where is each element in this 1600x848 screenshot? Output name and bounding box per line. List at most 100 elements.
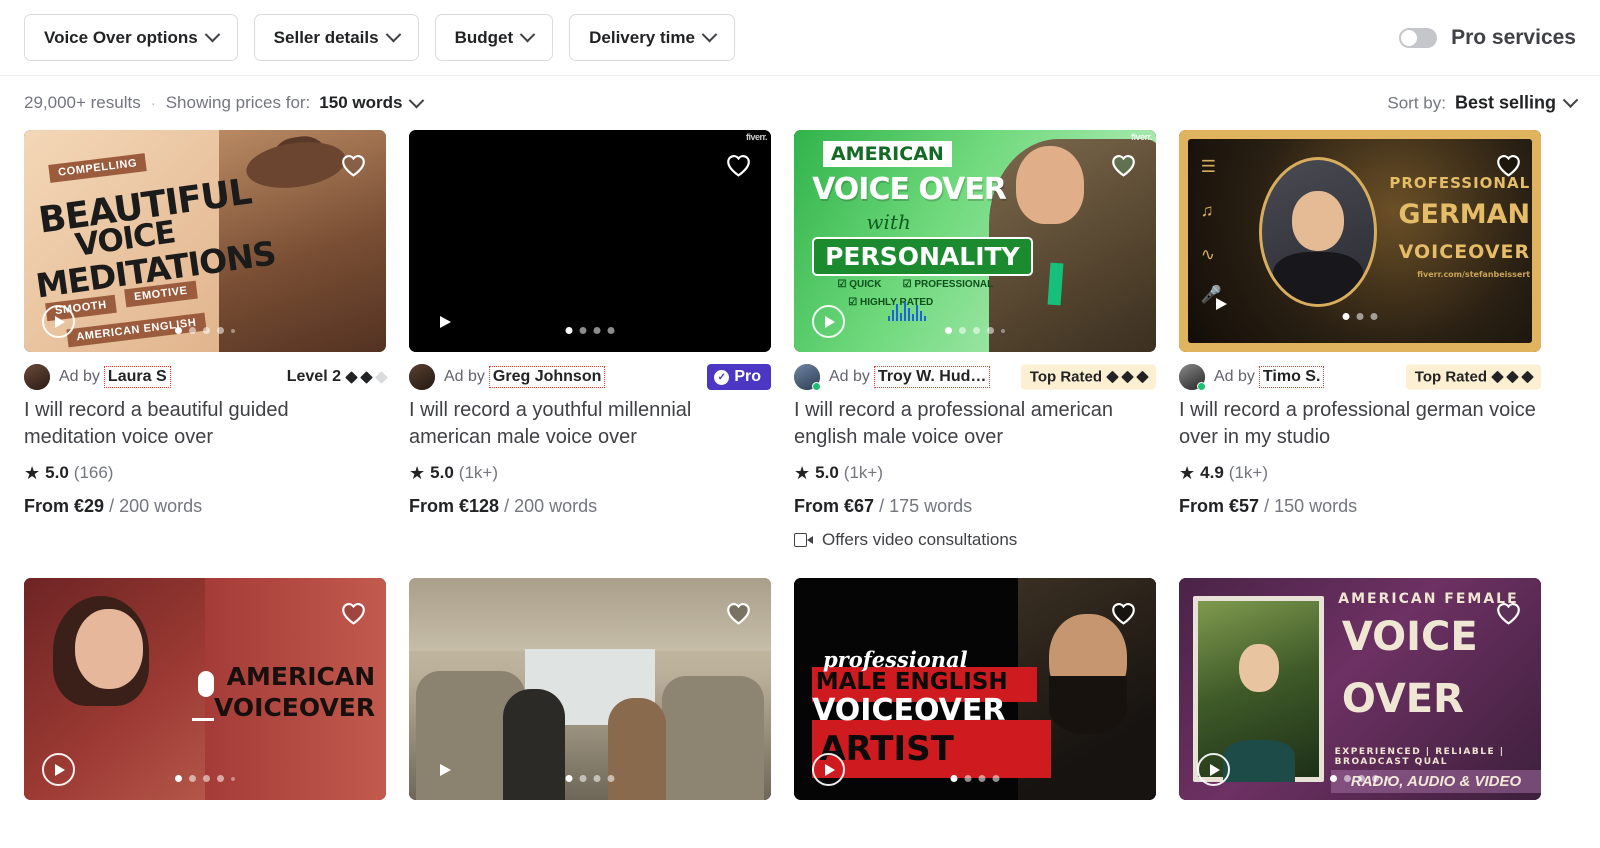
carousel-dots[interactable] — [945, 327, 1005, 334]
gig-thumbnail[interactable]: ☰ ♫ ∿ 🎤 PROFESSIONAL GERMAN VOICEOVER fi… — [1179, 130, 1541, 352]
favorite-heart-icon[interactable] — [1494, 598, 1523, 627]
carousel-dots[interactable] — [1342, 313, 1378, 320]
pro-services-label: Pro services — [1451, 25, 1576, 49]
level-diamond-icon — [375, 370, 388, 384]
headphones-icon: ♫ — [1200, 201, 1214, 221]
rating-score: 5.0 — [815, 463, 839, 482]
favorite-heart-icon[interactable] — [1494, 150, 1523, 179]
gig-card[interactable]: AMERICAN VOICEOVER — [24, 578, 386, 800]
avatar[interactable] — [24, 364, 50, 390]
play-button[interactable] — [1203, 287, 1236, 320]
video-consultations-row: Offers video consultations — [794, 530, 1156, 550]
price-row: From €57 / 150 words — [1179, 496, 1541, 517]
gig-thumbnail[interactable]: fiverr. — [409, 130, 771, 352]
gig-card[interactable]: ☰ ♫ ∿ 🎤 PROFESSIONAL GERMAN VOICEOVER fi… — [1179, 130, 1541, 550]
gig-title[interactable]: I will record a professional american en… — [794, 397, 1156, 451]
words-selector-value: 150 words — [319, 93, 403, 112]
play-button[interactable] — [812, 753, 845, 786]
seller-level-badge: Level 2 — [286, 368, 388, 386]
play-button[interactable] — [812, 305, 845, 338]
price-row: From €67 / 175 words — [794, 496, 1156, 517]
filter-chip-delivery-time[interactable]: Delivery time — [569, 14, 735, 61]
rating-score: 5.0 — [430, 463, 454, 482]
gig-thumbnail-art: AMERICAN VOICEOVER — [24, 578, 386, 800]
play-button[interactable] — [427, 305, 460, 338]
gig-thumbnail-art: AMERICAN FEMALE VOICE OVER EXPERIENCED |… — [1179, 578, 1541, 800]
favorite-heart-icon[interactable] — [339, 150, 368, 179]
filter-chip-label: Delivery time — [589, 27, 695, 47]
rating-score: 5.0 — [45, 463, 69, 482]
results-bar: 29,000+ results · Showing prices for: 15… — [0, 76, 1600, 130]
play-button[interactable] — [427, 753, 460, 786]
gig-title[interactable]: I will record a beautiful guided meditat… — [24, 397, 386, 451]
gig-card[interactable]: professional MALE ENGLISH VOICEOVER ARTI… — [794, 578, 1156, 800]
favorite-heart-icon[interactable] — [724, 150, 753, 179]
avatar[interactable] — [794, 364, 821, 391]
avatar[interactable] — [1179, 364, 1206, 391]
favorite-heart-icon[interactable] — [1109, 598, 1138, 627]
gig-card[interactable]: AMERICAN VOICE OVER with PERSONALITY ☑ Q… — [794, 130, 1156, 550]
level-diamond-icon — [1521, 370, 1534, 384]
ad-by-label: Ad by — [444, 368, 485, 385]
gig-card[interactable]: fiverr. Ad by Greg Johnson ✓ Pro I will … — [409, 130, 771, 550]
favorite-heart-icon[interactable] — [724, 598, 753, 627]
price-unit: / 175 words — [879, 496, 973, 516]
showing-prices-label: Showing prices for: — [165, 93, 311, 112]
thumb-line-3: VOICEOVER — [1398, 241, 1531, 263]
gig-card[interactable] — [409, 578, 771, 800]
seller-row: Ad by Greg Johnson ✓ Pro — [409, 364, 771, 390]
gig-thumbnail[interactable]: professional MALE ENGLISH VOICEOVER ARTI… — [794, 578, 1156, 800]
top-rated-badge: Top Rated — [1020, 364, 1156, 390]
gig-thumbnail[interactable]: AMERICAN VOICE OVER with PERSONALITY ☑ Q… — [794, 130, 1156, 352]
seller-name-link[interactable]: Timo S. — [1258, 366, 1325, 388]
play-button[interactable] — [42, 305, 75, 338]
words-selector[interactable]: 150 words — [319, 92, 425, 113]
sort-control: Sort by: Best selling — [1387, 92, 1579, 114]
carousel-dots[interactable] — [565, 327, 615, 334]
play-button[interactable] — [1197, 753, 1230, 786]
gig-thumbnail-art: professional MALE ENGLISH VOICEOVER ARTI… — [794, 578, 1156, 800]
level-diamond-icon — [360, 370, 373, 384]
filter-chip-seller-details[interactable]: Seller details — [253, 14, 419, 61]
favorite-heart-icon[interactable] — [1109, 150, 1138, 179]
gig-thumbnail-art — [409, 578, 771, 800]
gig-title[interactable]: I will record a professional german voic… — [1179, 397, 1541, 451]
video-consultations-label: Offers video consultations — [822, 530, 1018, 549]
price-amount: From €57 — [1179, 496, 1260, 516]
rating-row: ★ 5.0 (1k+) — [409, 463, 771, 483]
gig-title[interactable]: I will record a youthful millennial amer… — [409, 397, 771, 451]
top-rated-label: Top Rated — [1414, 368, 1487, 386]
carousel-dots[interactable] — [1330, 775, 1390, 782]
gig-thumbnail[interactable]: AMERICAN FEMALE VOICE OVER EXPERIENCED |… — [1179, 578, 1541, 800]
filter-chip-voice-over-options[interactable]: Voice Over options — [24, 14, 238, 61]
seller-name-link[interactable]: Troy W. Hud… — [873, 366, 991, 388]
gig-card[interactable]: COMPELLING BEAUTIFUL VOICE MEDITATIONS S… — [24, 130, 388, 550]
level-diamond-icon — [1491, 370, 1504, 384]
carousel-dots[interactable] — [950, 775, 1000, 782]
seller-level-label: Level 2 — [286, 368, 341, 385]
gig-thumbnail[interactable]: COMPELLING BEAUTIFUL VOICE MEDITATIONS S… — [24, 130, 386, 352]
price-amount: From €67 — [794, 496, 875, 516]
seller-name-link[interactable]: Laura S — [103, 366, 171, 388]
seller-row: Ad by Troy W. Hud… Top Rated — [794, 364, 1156, 391]
filter-chip-budget[interactable]: Budget — [434, 14, 554, 61]
favorite-heart-icon[interactable] — [339, 598, 368, 627]
chevron-down-icon — [204, 26, 220, 43]
play-button[interactable] — [42, 753, 75, 786]
online-status-dot — [1197, 382, 1206, 391]
gig-thumbnail[interactable]: AMERICAN VOICEOVER — [24, 578, 386, 800]
avatar[interactable] — [409, 364, 435, 390]
filter-chip-label: Seller details — [273, 27, 379, 47]
carousel-dots[interactable] — [175, 327, 235, 334]
gig-thumbnail[interactable] — [409, 578, 771, 800]
toggle-switch-icon[interactable] — [1399, 27, 1438, 48]
thumb-ribbon-compelling: COMPELLING — [48, 152, 148, 183]
gig-card[interactable]: AMERICAN FEMALE VOICE OVER EXPERIENCED |… — [1179, 578, 1541, 800]
sort-by-selector[interactable]: Best selling — [1455, 92, 1579, 114]
thumb-line-2: MALE ENGLISH — [815, 669, 1008, 696]
carousel-dots[interactable] — [175, 775, 235, 782]
carousel-dots[interactable] — [565, 775, 615, 782]
seller-name-link[interactable]: Greg Johnson — [488, 366, 606, 388]
thumb-check-2: PROFESSIONAL — [914, 278, 994, 290]
pro-services-toggle[interactable]: Pro services — [1399, 26, 1576, 50]
